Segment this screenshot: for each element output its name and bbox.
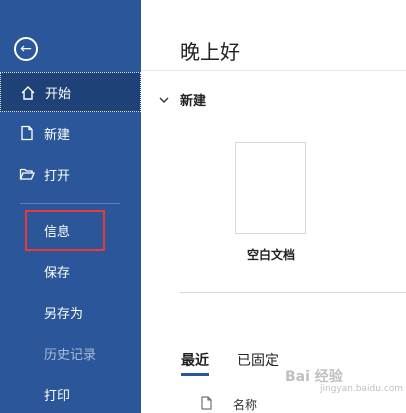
watermark: Bai 经验: [285, 369, 343, 385]
backstage-sidebar: ← 开始 新建 打开 信息 保存 另存为 历史记录 打印: [0, 0, 141, 413]
page-title: 晚上好: [180, 40, 240, 64]
sidebar-item-label: 另存为: [44, 306, 84, 322]
file-icon: [201, 396, 212, 410]
new-document-icon: [21, 125, 33, 141]
sidebar-item-save-as[interactable]: 另存为: [0, 292, 141, 332]
sidebar-item-label: 开始: [45, 86, 72, 102]
sidebar-item-label: 保存: [44, 265, 71, 281]
sidebar-item-print[interactable]: 打印: [0, 374, 141, 413]
sidebar-item-label: 打开: [44, 168, 71, 184]
home-icon: [21, 86, 35, 100]
blank-document-template[interactable]: [235, 142, 306, 234]
back-button[interactable]: ←: [14, 37, 38, 61]
new-section-label: 新建: [180, 94, 207, 109]
chevron-down-icon: [159, 97, 169, 103]
sidebar-item-home[interactable]: 开始: [0, 72, 141, 112]
column-header-name: 名称: [233, 398, 258, 412]
sidebar-item-label: 历史记录: [44, 347, 97, 363]
sidebar-item-label: 新建: [44, 127, 71, 143]
sidebar-item-open[interactable]: 打开: [0, 154, 141, 194]
sidebar-divider: [20, 203, 120, 204]
tab-recent[interactable]: 最近: [181, 350, 209, 376]
backstage-main: 晚上好 新建 空白文档 最近 已固定 名称: [141, 0, 406, 413]
sidebar-item-history: 历史记录: [0, 333, 141, 373]
back-arrow-icon: ←: [20, 41, 32, 57]
sidebar-item-info[interactable]: 信息: [0, 210, 141, 250]
header-divider: [141, 70, 406, 71]
sidebar-item-new[interactable]: 新建: [0, 113, 141, 153]
watermark-url: jingyan.baidu.com: [320, 384, 404, 394]
tab-pinned[interactable]: 已固定: [237, 350, 279, 370]
new-section-header[interactable]: 新建: [158, 90, 206, 109]
folder-open-icon: [19, 168, 35, 180]
section-divider: [180, 292, 406, 293]
sidebar-item-label: 打印: [44, 388, 71, 404]
blank-document-label: 空白文档: [246, 248, 295, 262]
sidebar-item-save[interactable]: 保存: [0, 251, 141, 291]
sidebar-item-label: 信息: [44, 224, 71, 240]
